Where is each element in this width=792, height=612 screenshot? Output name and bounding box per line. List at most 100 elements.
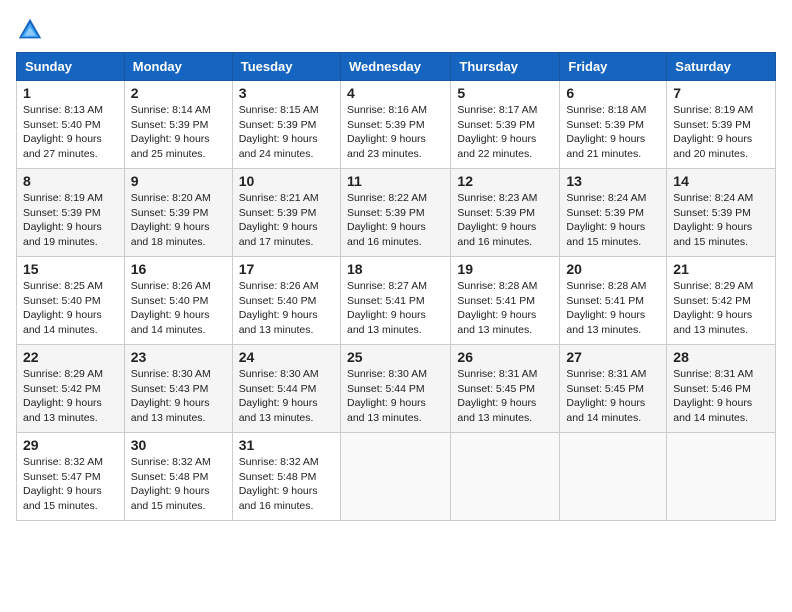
cell-info: Sunrise: 8:28 AMSunset: 5:41 PMDaylight:…: [566, 280, 646, 336]
cell-info: Sunrise: 8:13 AMSunset: 5:40 PMDaylight:…: [23, 104, 103, 160]
cell-info: Sunrise: 8:31 AMSunset: 5:46 PMDaylight:…: [673, 368, 753, 424]
calendar-cell: [451, 433, 560, 521]
calendar-cell: [560, 433, 667, 521]
calendar-cell: 27 Sunrise: 8:31 AMSunset: 5:45 PMDaylig…: [560, 345, 667, 433]
header-day: Wednesday: [340, 53, 450, 81]
day-number: 10: [239, 173, 334, 189]
cell-info: Sunrise: 8:32 AMSunset: 5:47 PMDaylight:…: [23, 456, 103, 512]
calendar-cell: 5 Sunrise: 8:17 AMSunset: 5:39 PMDayligh…: [451, 81, 560, 169]
cell-info: Sunrise: 8:24 AMSunset: 5:39 PMDaylight:…: [673, 192, 753, 248]
cell-info: Sunrise: 8:28 AMSunset: 5:41 PMDaylight:…: [457, 280, 537, 336]
header-day: Thursday: [451, 53, 560, 81]
calendar-cell: 11 Sunrise: 8:22 AMSunset: 5:39 PMDaylig…: [340, 169, 450, 257]
day-number: 28: [673, 349, 769, 365]
calendar-week: 15 Sunrise: 8:25 AMSunset: 5:40 PMDaylig…: [17, 257, 776, 345]
calendar-cell: [667, 433, 776, 521]
calendar-cell: 6 Sunrise: 8:18 AMSunset: 5:39 PMDayligh…: [560, 81, 667, 169]
calendar-cell: 29 Sunrise: 8:32 AMSunset: 5:47 PMDaylig…: [17, 433, 125, 521]
calendar-week: 1 Sunrise: 8:13 AMSunset: 5:40 PMDayligh…: [17, 81, 776, 169]
day-number: 15: [23, 261, 118, 277]
cell-info: Sunrise: 8:30 AMSunset: 5:43 PMDaylight:…: [131, 368, 211, 424]
calendar-table: SundayMondayTuesdayWednesdayThursdayFrid…: [16, 52, 776, 521]
cell-info: Sunrise: 8:16 AMSunset: 5:39 PMDaylight:…: [347, 104, 427, 160]
calendar-cell: 1 Sunrise: 8:13 AMSunset: 5:40 PMDayligh…: [17, 81, 125, 169]
calendar-cell: 31 Sunrise: 8:32 AMSunset: 5:48 PMDaylig…: [232, 433, 340, 521]
cell-info: Sunrise: 8:24 AMSunset: 5:39 PMDaylight:…: [566, 192, 646, 248]
day-number: 27: [566, 349, 660, 365]
calendar-cell: 30 Sunrise: 8:32 AMSunset: 5:48 PMDaylig…: [124, 433, 232, 521]
cell-info: Sunrise: 8:30 AMSunset: 5:44 PMDaylight:…: [347, 368, 427, 424]
cell-info: Sunrise: 8:19 AMSunset: 5:39 PMDaylight:…: [673, 104, 753, 160]
day-number: 7: [673, 85, 769, 101]
cell-info: Sunrise: 8:20 AMSunset: 5:39 PMDaylight:…: [131, 192, 211, 248]
calendar-cell: 2 Sunrise: 8:14 AMSunset: 5:39 PMDayligh…: [124, 81, 232, 169]
calendar-cell: 23 Sunrise: 8:30 AMSunset: 5:43 PMDaylig…: [124, 345, 232, 433]
calendar-cell: 13 Sunrise: 8:24 AMSunset: 5:39 PMDaylig…: [560, 169, 667, 257]
cell-info: Sunrise: 8:32 AMSunset: 5:48 PMDaylight:…: [239, 456, 319, 512]
cell-info: Sunrise: 8:26 AMSunset: 5:40 PMDaylight:…: [239, 280, 319, 336]
cell-info: Sunrise: 8:17 AMSunset: 5:39 PMDaylight:…: [457, 104, 537, 160]
calendar-week: 22 Sunrise: 8:29 AMSunset: 5:42 PMDaylig…: [17, 345, 776, 433]
calendar-cell: 17 Sunrise: 8:26 AMSunset: 5:40 PMDaylig…: [232, 257, 340, 345]
cell-info: Sunrise: 8:22 AMSunset: 5:39 PMDaylight:…: [347, 192, 427, 248]
logo-icon: [16, 16, 44, 44]
cell-info: Sunrise: 8:18 AMSunset: 5:39 PMDaylight:…: [566, 104, 646, 160]
calendar-cell: 26 Sunrise: 8:31 AMSunset: 5:45 PMDaylig…: [451, 345, 560, 433]
day-number: 18: [347, 261, 444, 277]
header-day: Tuesday: [232, 53, 340, 81]
calendar-cell: 8 Sunrise: 8:19 AMSunset: 5:39 PMDayligh…: [17, 169, 125, 257]
header: [16, 16, 776, 44]
cell-info: Sunrise: 8:26 AMSunset: 5:40 PMDaylight:…: [131, 280, 211, 336]
cell-info: Sunrise: 8:31 AMSunset: 5:45 PMDaylight:…: [566, 368, 646, 424]
header-day: Friday: [560, 53, 667, 81]
cell-info: Sunrise: 8:19 AMSunset: 5:39 PMDaylight:…: [23, 192, 103, 248]
day-number: 13: [566, 173, 660, 189]
day-number: 11: [347, 173, 444, 189]
cell-info: Sunrise: 8:29 AMSunset: 5:42 PMDaylight:…: [673, 280, 753, 336]
calendar-week: 29 Sunrise: 8:32 AMSunset: 5:47 PMDaylig…: [17, 433, 776, 521]
day-number: 16: [131, 261, 226, 277]
day-number: 30: [131, 437, 226, 453]
cell-info: Sunrise: 8:23 AMSunset: 5:39 PMDaylight:…: [457, 192, 537, 248]
cell-info: Sunrise: 8:29 AMSunset: 5:42 PMDaylight:…: [23, 368, 103, 424]
calendar-cell: 22 Sunrise: 8:29 AMSunset: 5:42 PMDaylig…: [17, 345, 125, 433]
calendar-cell: 12 Sunrise: 8:23 AMSunset: 5:39 PMDaylig…: [451, 169, 560, 257]
calendar-cell: 7 Sunrise: 8:19 AMSunset: 5:39 PMDayligh…: [667, 81, 776, 169]
cell-info: Sunrise: 8:27 AMSunset: 5:41 PMDaylight:…: [347, 280, 427, 336]
day-number: 6: [566, 85, 660, 101]
calendar-cell: 21 Sunrise: 8:29 AMSunset: 5:42 PMDaylig…: [667, 257, 776, 345]
calendar-cell: 18 Sunrise: 8:27 AMSunset: 5:41 PMDaylig…: [340, 257, 450, 345]
header-day: Saturday: [667, 53, 776, 81]
calendar-week: 8 Sunrise: 8:19 AMSunset: 5:39 PMDayligh…: [17, 169, 776, 257]
calendar-cell: 20 Sunrise: 8:28 AMSunset: 5:41 PMDaylig…: [560, 257, 667, 345]
day-number: 12: [457, 173, 553, 189]
header-row: SundayMondayTuesdayWednesdayThursdayFrid…: [17, 53, 776, 81]
cell-info: Sunrise: 8:15 AMSunset: 5:39 PMDaylight:…: [239, 104, 319, 160]
day-number: 24: [239, 349, 334, 365]
calendar-cell: 14 Sunrise: 8:24 AMSunset: 5:39 PMDaylig…: [667, 169, 776, 257]
day-number: 2: [131, 85, 226, 101]
day-number: 17: [239, 261, 334, 277]
cell-info: Sunrise: 8:31 AMSunset: 5:45 PMDaylight:…: [457, 368, 537, 424]
calendar-cell: 15 Sunrise: 8:25 AMSunset: 5:40 PMDaylig…: [17, 257, 125, 345]
day-number: 29: [23, 437, 118, 453]
calendar-cell: [340, 433, 450, 521]
calendar-cell: 25 Sunrise: 8:30 AMSunset: 5:44 PMDaylig…: [340, 345, 450, 433]
day-number: 14: [673, 173, 769, 189]
day-number: 26: [457, 349, 553, 365]
day-number: 1: [23, 85, 118, 101]
cell-info: Sunrise: 8:30 AMSunset: 5:44 PMDaylight:…: [239, 368, 319, 424]
cell-info: Sunrise: 8:14 AMSunset: 5:39 PMDaylight:…: [131, 104, 211, 160]
header-day: Monday: [124, 53, 232, 81]
day-number: 20: [566, 261, 660, 277]
calendar-cell: 10 Sunrise: 8:21 AMSunset: 5:39 PMDaylig…: [232, 169, 340, 257]
calendar-cell: 16 Sunrise: 8:26 AMSunset: 5:40 PMDaylig…: [124, 257, 232, 345]
day-number: 22: [23, 349, 118, 365]
day-number: 3: [239, 85, 334, 101]
day-number: 21: [673, 261, 769, 277]
cell-info: Sunrise: 8:25 AMSunset: 5:40 PMDaylight:…: [23, 280, 103, 336]
calendar-cell: 28 Sunrise: 8:31 AMSunset: 5:46 PMDaylig…: [667, 345, 776, 433]
calendar-cell: 4 Sunrise: 8:16 AMSunset: 5:39 PMDayligh…: [340, 81, 450, 169]
calendar-cell: 19 Sunrise: 8:28 AMSunset: 5:41 PMDaylig…: [451, 257, 560, 345]
day-number: 9: [131, 173, 226, 189]
